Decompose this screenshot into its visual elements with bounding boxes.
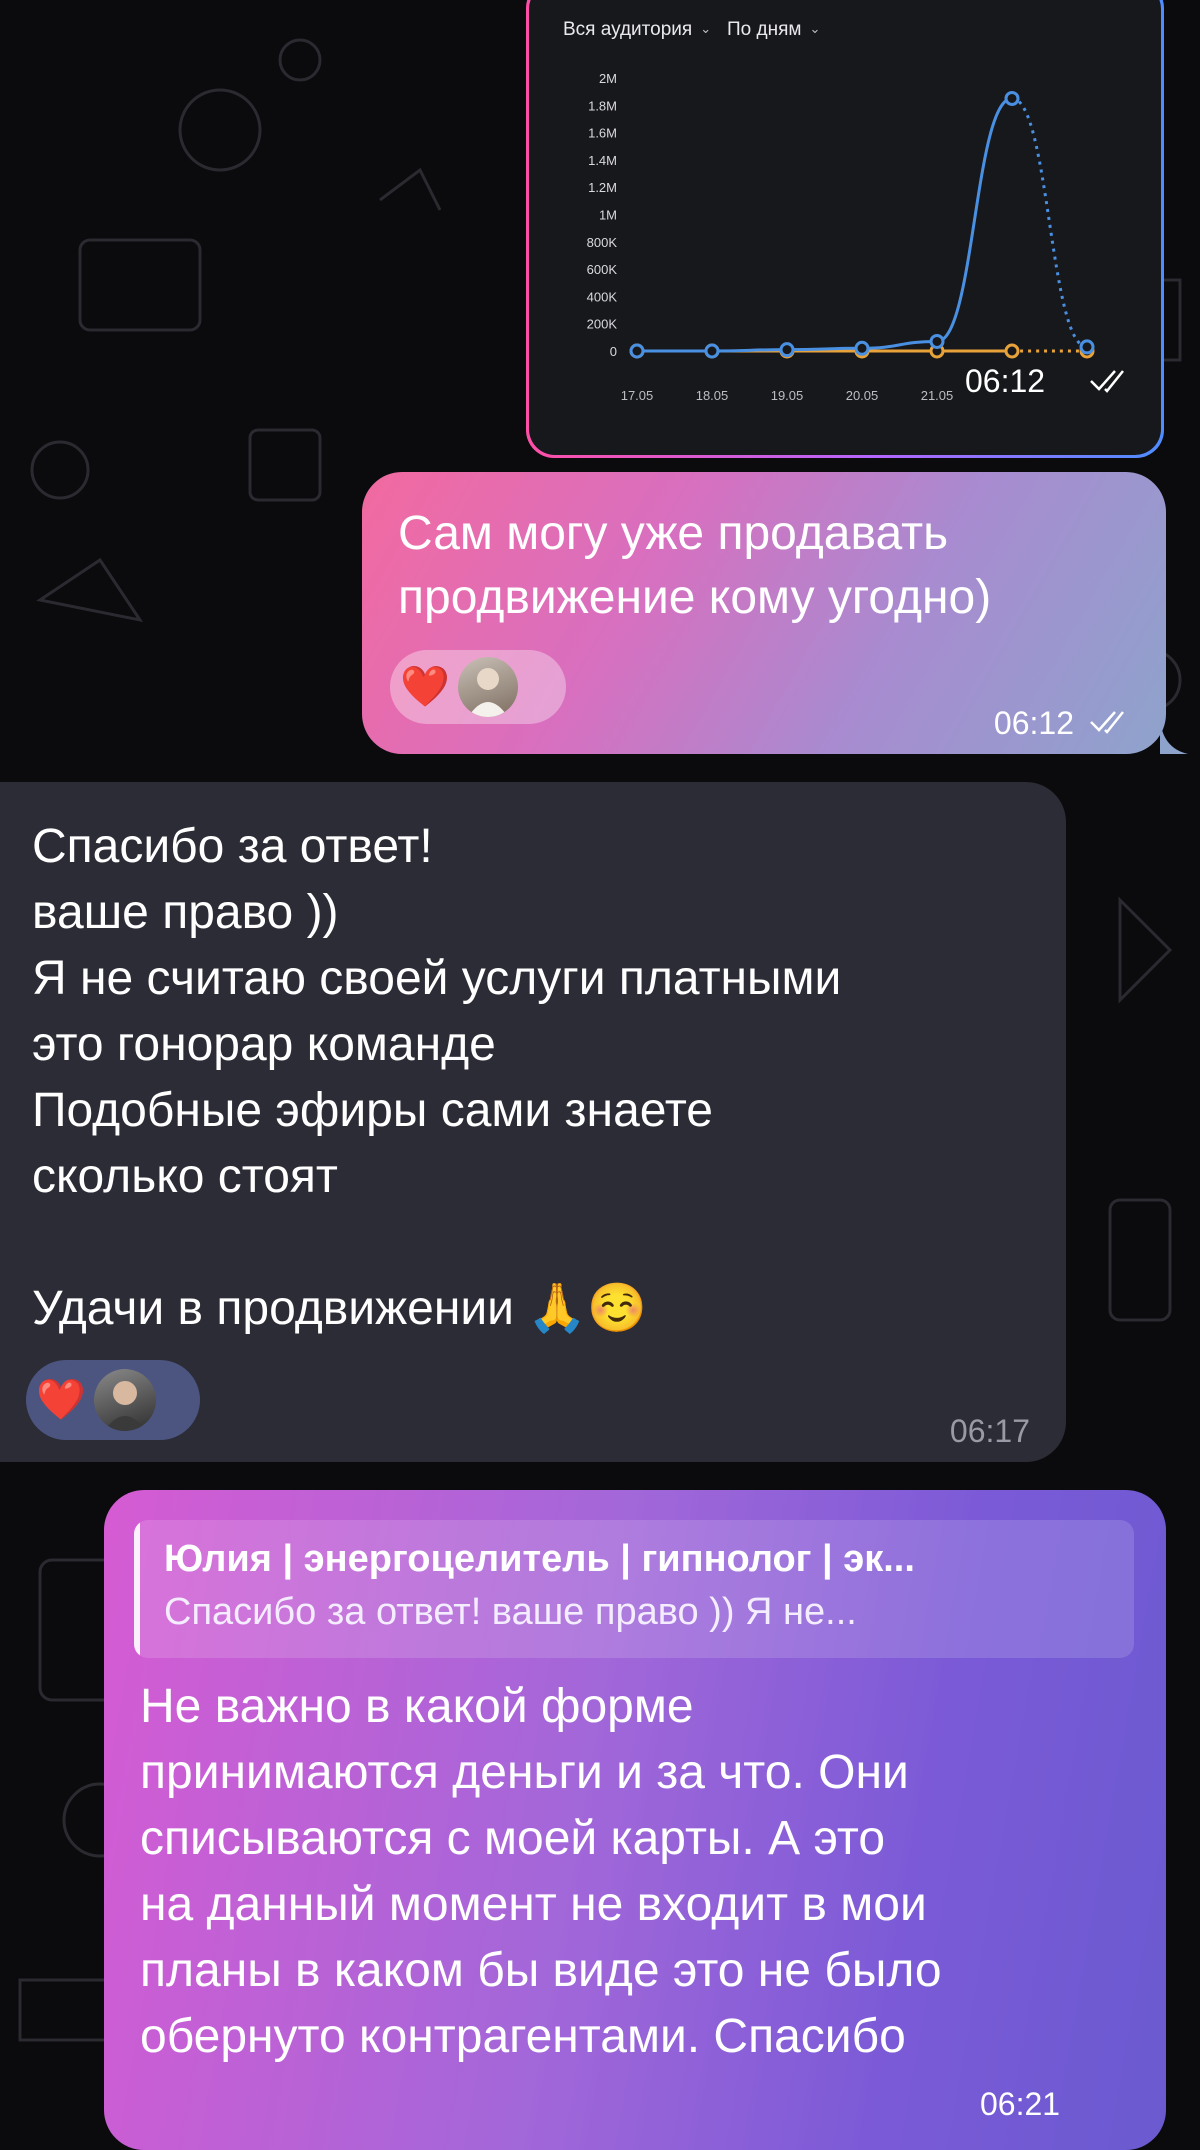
- double-check-icon: [1090, 711, 1124, 734]
- series-line-projection: [1011, 96, 1088, 349]
- y-tick-label: 0: [610, 344, 617, 359]
- data-point: [1004, 90, 1020, 106]
- heart-reaction-icon: ❤️: [36, 1378, 86, 1422]
- message-time: 06:17: [949, 1413, 1030, 1449]
- data-point: [854, 340, 870, 356]
- data-point: [779, 342, 795, 358]
- x-tick-label: 20.05: [846, 388, 879, 403]
- message-time: 06:12: [965, 363, 1046, 399]
- bubble-tail: [1160, 718, 1188, 754]
- y-tick-label: 1.4M: [588, 153, 617, 168]
- data-point: [1079, 339, 1095, 355]
- heart-reaction-icon: ❤️: [400, 665, 450, 709]
- y-tick-label: 600K: [587, 262, 618, 277]
- reply-bar: [134, 1520, 140, 1658]
- message-text: Спасибо за ответ! ваше право )) Я не счи…: [32, 820, 842, 1335]
- y-tick-label: 1.6M: [588, 126, 617, 141]
- chart-message-bubble[interactable]: Вся аудитория ⌄ По дням ⌄ 2M 1.8M 1.6M 1.4M 1.…: [526, 0, 1164, 458]
- y-tick-label: 2M: [599, 71, 617, 86]
- y-tick-label: 400K: [587, 289, 618, 304]
- y-tick-label: 1.2M: [588, 180, 617, 195]
- message-time: 06:21: [980, 2086, 1061, 2122]
- reply-author: Юлия | энергоцелитель | гипнолог | эк...: [164, 1538, 915, 1580]
- x-tick-label: 21.05: [921, 388, 954, 403]
- y-tick-label: 1M: [599, 208, 617, 223]
- y-tick-label: 1.8M: [588, 98, 617, 113]
- message-time: 06:12: [993, 705, 1074, 741]
- x-tick-label: 18.05: [696, 388, 729, 403]
- y-tick-label: 200K: [587, 317, 618, 332]
- reply-quote: Спасибо за ответ! ваше право )) Я не...: [164, 1591, 857, 1633]
- line-chart: 2M 1.8M 1.6M 1.4M 1.2M 1M 800K 600K 400K 200K 0 17.…: [587, 71, 1095, 403]
- data-point: [704, 343, 720, 359]
- reply-preview[interactable]: Юлия | энергоцелитель | гипнолог | эк...…: [134, 1520, 1134, 1658]
- x-tick-label: 17.05: [621, 388, 654, 403]
- series-line: [637, 96, 1013, 353]
- double-check-icon: [1090, 370, 1124, 393]
- data-point: [1004, 343, 1020, 359]
- incoming-message[interactable]: Спасибо за ответ! ваше право )) Я не счи…: [0, 782, 1066, 1462]
- x-tick-label: 19.05: [771, 388, 804, 403]
- data-point: [629, 343, 645, 359]
- y-tick-label: 800K: [587, 235, 618, 250]
- reaction-chip[interactable]: ❤️: [390, 650, 566, 724]
- outgoing-reply-message[interactable]: Юлия | энергоцелитель | гипнолог | эк...…: [104, 1490, 1166, 2150]
- avatar: [93, 1369, 156, 1431]
- message-text: Не важно в какой форме принимаются деньг…: [140, 1680, 942, 2063]
- avatar: [457, 657, 518, 717]
- reaction-chip[interactable]: ❤️: [26, 1360, 200, 1440]
- statistics-chart-card: Вся аудитория ⌄ По дням ⌄ 2M 1.8M 1.6M 1.4M 1.…: [529, 0, 1161, 455]
- outgoing-message[interactable]: Сам могу уже продавать продвижение кому …: [362, 472, 1166, 754]
- message-text: Сам могу уже продавать продвижение кому …: [398, 507, 992, 624]
- data-point: [929, 333, 945, 349]
